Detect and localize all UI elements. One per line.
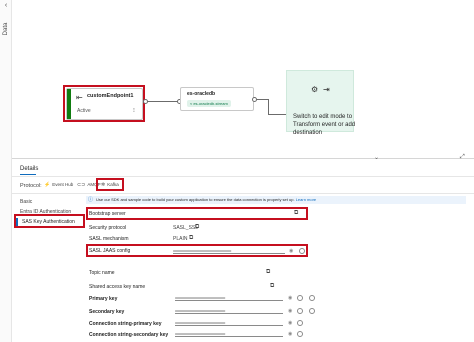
copy-icon[interactable] (297, 308, 303, 314)
stream-node-title: es-oracledb (187, 91, 216, 97)
highlight-sasl-jaas-config (86, 244, 308, 257)
destination-placeholder-text: Switch to edit mode to Transform event o… (293, 114, 356, 136)
rail-label-data[interactable]: Data (3, 16, 9, 42)
tab-details-underline (20, 174, 36, 175)
source-node-output-port[interactable] (143, 99, 148, 104)
refresh-icon[interactable] (309, 308, 315, 314)
stream-canvas (12, 0, 474, 158)
copy-icon[interactable]: ⧉ (266, 269, 270, 276)
amqp-icon: ⊂⊃ (77, 182, 86, 188)
field-label-secondary-key: Secondary key (89, 309, 125, 315)
eye-icon[interactable]: ◉ (288, 308, 292, 314)
eye-icon[interactable]: ◉ (288, 331, 292, 337)
transform-icon[interactable]: ⚙ (311, 85, 318, 94)
panel-splitter[interactable] (12, 158, 474, 159)
destination-icon[interactable]: ⇥ (323, 85, 330, 94)
refresh-icon[interactable] (309, 295, 315, 301)
copy-icon[interactable] (297, 331, 303, 337)
stream-node-chip-label: es-oracledb-stream (193, 101, 228, 106)
eventhub-icon: ⚡ (44, 182, 51, 188)
tab-details[interactable]: Details (20, 166, 38, 172)
nav-item-basic[interactable]: Basic (20, 199, 32, 205)
learn-more-link[interactable]: Learn more (296, 197, 316, 202)
highlight-source-node (63, 85, 145, 122)
connector-line-2b (268, 99, 269, 114)
eye-icon[interactable]: ◉ (288, 295, 292, 301)
copy-icon[interactable]: ⧉ (270, 283, 274, 290)
highlight-bootstrap-server (86, 207, 308, 220)
divider (12, 193, 474, 194)
field-label-connection-string-secondary: Connection string-secondary key (89, 332, 169, 338)
field-label-connection-string-primary: Connection string-primary key (89, 321, 162, 327)
copy-icon[interactable] (297, 320, 303, 326)
field-value-sasl-mechanism: PLAIN (173, 236, 188, 242)
expand-icon[interactable]: ⤢ (460, 154, 465, 161)
field-value-secondary-key[interactable]: ••••••••••••••••••••••••••••••••••••••••… (175, 308, 283, 314)
field-label-topic-name: Topic name (89, 270, 115, 276)
connector-line-1 (145, 101, 180, 102)
highlight-sas-key-nav (14, 214, 85, 228)
field-label-shared-access-key-name: Shared access key name (89, 284, 146, 290)
copy-icon[interactable]: ⧉ (189, 235, 193, 242)
field-value-connection-string-primary[interactable]: ••••••••••••••••••••••••••••••••••••••••… (175, 320, 283, 326)
stream-node-chip: ≈ es-oracledb-stream (187, 100, 231, 107)
stream-node[interactable]: es-oracledb ≈ es-oracledb-stream (180, 87, 254, 111)
field-label-sasl-mechanism: SASL mechanism (89, 236, 129, 242)
eye-icon[interactable]: ◉ (288, 320, 292, 326)
stream-node-output-port[interactable] (252, 97, 257, 102)
connector-line-2c (268, 114, 286, 115)
protocol-tab-eventhub-label: Event Hub (52, 182, 74, 187)
highlight-kafka-tab (96, 178, 124, 191)
copy-icon[interactable] (297, 295, 303, 301)
left-rail: ‹ Data (0, 0, 12, 342)
info-icon: ⓘ (88, 197, 94, 203)
field-value-primary-key[interactable]: ••••••••••••••••••••••••••••••••••••••••… (175, 295, 283, 301)
chevron-left-icon[interactable]: ‹ (2, 2, 10, 10)
info-bar: ⓘ Use our SDK and sample code to build y… (86, 196, 466, 204)
field-value-connection-string-secondary[interactable]: ••••••••••••••••••••••••••••••••••••••••… (175, 331, 283, 337)
divider (12, 176, 474, 177)
field-label-security-protocol: Security protocol (89, 225, 127, 231)
copy-icon[interactable]: ⧉ (195, 224, 199, 231)
protocol-tab-eventhub[interactable]: ⚡ Event Hub (44, 182, 73, 188)
protocol-label: Protocol: (20, 183, 42, 189)
chevron-down-icon[interactable]: ⌄ (374, 154, 379, 161)
info-text: Use our SDK and sample code to build you… (96, 197, 295, 202)
field-label-primary-key: Primary key (89, 296, 118, 302)
destination-placeholder-node[interactable]: ⚙ ⇥ Switch to edit mode to Transform eve… (286, 70, 355, 136)
